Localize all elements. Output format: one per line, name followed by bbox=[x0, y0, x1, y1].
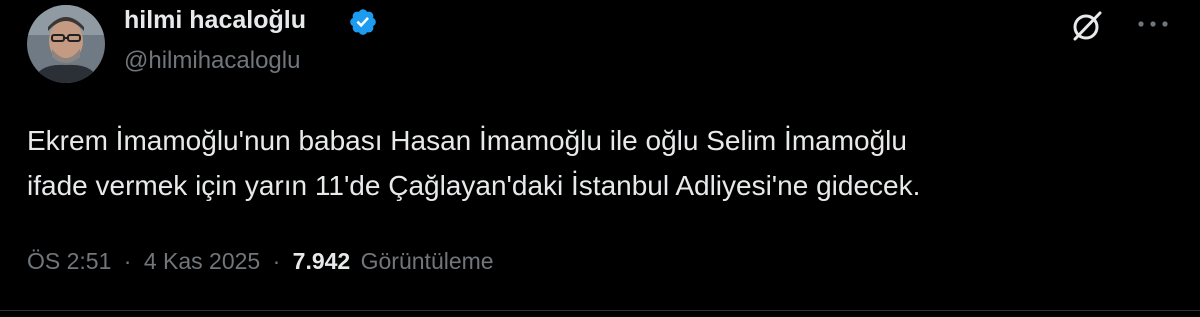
views-label: Görüntüleme bbox=[360, 248, 494, 274]
divider bbox=[0, 310, 1200, 311]
tweet-text-line: ifade vermek için yarın 11'de Çağlayan'd… bbox=[27, 170, 921, 201]
views-count[interactable]: 7.942 bbox=[293, 248, 351, 274]
author-handle[interactable]: @hilmihacaloglu bbox=[124, 46, 300, 76]
tweet-time[interactable]: ÖS 2:51 bbox=[27, 248, 111, 274]
tweet-date[interactable]: 4 Kas 2025 bbox=[144, 248, 260, 274]
grok-icon[interactable] bbox=[1069, 8, 1105, 44]
tweet-meta: ÖS 2:51 · 4 Kas 2025 · 7.942 Görüntüleme bbox=[27, 246, 494, 276]
tweet-card: hilmi hacaloğlu @hilmihacaloglu Ekrem İm… bbox=[0, 0, 1200, 317]
tweet-text-line: Ekrem İmamoğlu'nun babası Hasan İmamoğlu… bbox=[27, 125, 907, 156]
tweet-text: Ekrem İmamoğlu'nun babası Hasan İmamoğlu… bbox=[27, 118, 1167, 208]
more-options-icon[interactable] bbox=[1133, 12, 1173, 36]
author-display-name[interactable]: hilmi hacaloğlu bbox=[124, 4, 306, 36]
meta-separator: · bbox=[123, 248, 132, 274]
verified-badge-icon bbox=[350, 9, 376, 35]
avatar[interactable] bbox=[27, 5, 105, 83]
meta-separator: · bbox=[272, 248, 281, 274]
